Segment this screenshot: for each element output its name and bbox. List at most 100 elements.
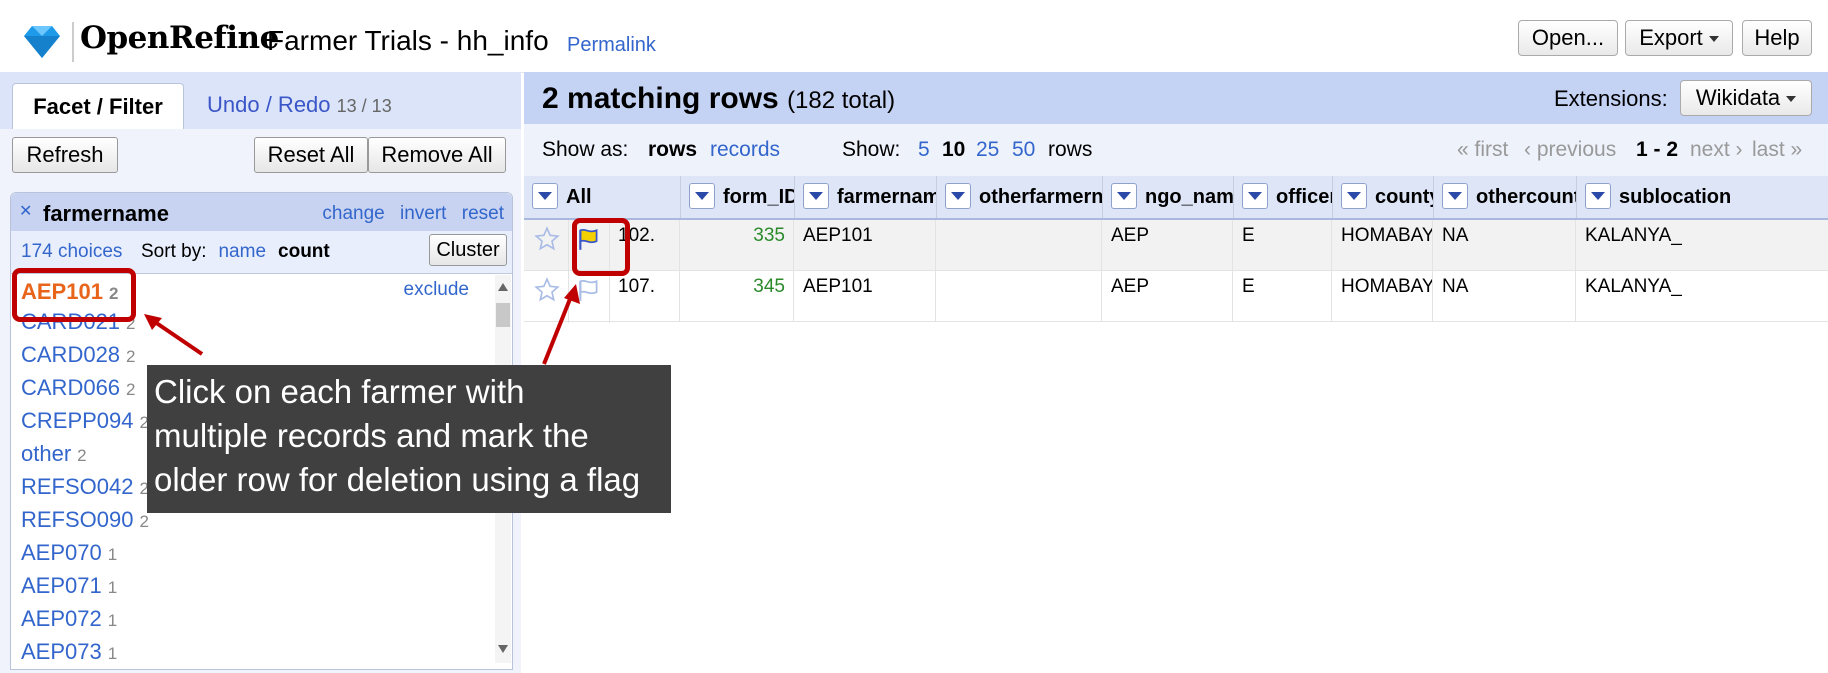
scrollbar-thumb[interactable] bbox=[496, 303, 510, 327]
column-name: otherfarmername bbox=[979, 186, 1103, 208]
column-header-form-id[interactable]: form_ID bbox=[681, 176, 795, 218]
facet-title[interactable]: farmername bbox=[43, 201, 169, 227]
arrow-to-flag-icon bbox=[542, 284, 580, 365]
pager-first[interactable]: « first bbox=[1457, 138, 1508, 162]
column-name: county bbox=[1375, 186, 1433, 208]
permalink-link[interactable]: Permalink bbox=[567, 34, 656, 57]
cell-sublocation[interactable]: KALANYA_ bbox=[1577, 271, 1828, 321]
facet-choice-count: 2 bbox=[126, 347, 136, 366]
column-menu-icon[interactable] bbox=[1341, 182, 1367, 209]
cell-otherfarmername[interactable] bbox=[937, 271, 1102, 321]
column-header-ngo-name[interactable]: ngo_name bbox=[1103, 176, 1234, 218]
facet-choice[interactable]: other 2 bbox=[21, 441, 87, 467]
wikidata-extension-button[interactable]: Wikidata bbox=[1680, 80, 1812, 116]
facet-choice-count: 2 bbox=[126, 380, 136, 399]
facet-invert-link[interactable]: invert bbox=[400, 203, 446, 224]
cell-ngo-name[interactable]: AEP bbox=[1103, 220, 1233, 270]
cell-otherfarmername[interactable] bbox=[937, 220, 1102, 270]
scroll-down-icon[interactable] bbox=[498, 645, 508, 653]
facet-choice[interactable]: CARD028 2 bbox=[21, 342, 136, 368]
star-icon[interactable] bbox=[534, 226, 560, 252]
open-button[interactable]: Open... bbox=[1518, 20, 1618, 56]
facet-choice[interactable]: REFSO042 2 bbox=[21, 474, 149, 500]
total-rows: (182 total) bbox=[787, 87, 896, 114]
help-button[interactable]: Help bbox=[1742, 20, 1812, 56]
star-cell bbox=[524, 220, 569, 272]
column-menu-icon[interactable] bbox=[945, 182, 971, 209]
exclude-link[interactable]: exclude bbox=[404, 279, 470, 301]
column-menu-icon[interactable] bbox=[1111, 182, 1137, 209]
column-header-farmername[interactable]: farmername bbox=[795, 176, 937, 218]
facet-choice[interactable]: AEP073 1 bbox=[21, 639, 117, 663]
show-as-rows[interactable]: rows bbox=[648, 138, 697, 162]
show-as-label: Show as: bbox=[542, 138, 629, 161]
facet-links: change invert reset bbox=[312, 203, 504, 225]
refresh-button[interactable]: Refresh bbox=[12, 137, 118, 173]
page-size-25[interactable]: 25 bbox=[976, 138, 999, 162]
tab-facet-filter[interactable]: Facet / Filter bbox=[12, 83, 184, 130]
facet-choice-label: REFSO042 bbox=[21, 474, 134, 499]
column-header-otherfarmername[interactable]: otherfarmername bbox=[937, 176, 1103, 218]
highlight-facet-choice bbox=[12, 268, 136, 322]
column-header-county[interactable]: county bbox=[1333, 176, 1434, 218]
page-size-10[interactable]: 10 bbox=[942, 138, 965, 162]
cell-officer[interactable]: E bbox=[1234, 271, 1332, 321]
cell-sublocation[interactable]: KALANYA_ bbox=[1577, 220, 1828, 270]
facet-choice[interactable]: CARD066 2 bbox=[21, 375, 136, 401]
table-row: 107. 345 AEP101 AEP E HOMABAY NA KALANYA… bbox=[524, 271, 1828, 323]
show-as-records-link[interactable]: records bbox=[710, 138, 780, 162]
page-size-5[interactable]: 5 bbox=[918, 138, 930, 162]
scroll-up-icon[interactable] bbox=[498, 283, 508, 291]
facet-choice-label: AEP070 bbox=[21, 540, 102, 565]
sort-by-name-link[interactable]: name bbox=[218, 241, 266, 262]
tab-undo-redo[interactable]: Undo / Redo 13 / 13 bbox=[207, 92, 392, 118]
column-menu-icon[interactable] bbox=[689, 182, 715, 209]
choices-count[interactable]: 174 choices bbox=[21, 241, 122, 263]
column-header-all[interactable]: All bbox=[524, 176, 681, 218]
facet-choice[interactable]: AEP072 1 bbox=[21, 606, 117, 632]
sort-by-count-link[interactable]: count bbox=[278, 241, 330, 262]
project-name[interactable]: Farmer Trials - hh_info bbox=[267, 25, 549, 57]
cluster-button[interactable]: Cluster bbox=[429, 234, 507, 266]
column-menu-icon[interactable] bbox=[1242, 182, 1268, 209]
facet-change-link[interactable]: change bbox=[322, 203, 384, 224]
app-brand[interactable]: OpenRefine bbox=[80, 20, 279, 56]
close-icon[interactable]: ✕ bbox=[19, 201, 32, 221]
cell-officer[interactable]: E bbox=[1234, 220, 1332, 270]
column-menu-icon[interactable] bbox=[1585, 182, 1611, 209]
cell-form-id[interactable]: 335 bbox=[681, 220, 794, 270]
facet-choice[interactable]: REFSO090 2 bbox=[21, 507, 149, 533]
cell-farmername[interactable]: AEP101 bbox=[795, 220, 936, 270]
facet-reset-link[interactable]: reset bbox=[462, 203, 504, 224]
cell-ngo-name[interactable]: AEP bbox=[1103, 271, 1233, 321]
column-header-othercounty[interactable]: othercounty bbox=[1434, 176, 1577, 218]
facet-choice[interactable]: AEP071 1 bbox=[21, 573, 117, 599]
cell-county[interactable]: HOMABAY bbox=[1333, 271, 1433, 321]
export-button[interactable]: Export bbox=[1625, 20, 1733, 56]
column-menu-icon[interactable] bbox=[1442, 182, 1468, 209]
cell-othercounty[interactable]: NA bbox=[1434, 271, 1576, 321]
facet-choice-label: other bbox=[21, 441, 72, 466]
facet-choice[interactable]: AEP070 1 bbox=[21, 540, 117, 566]
facet-choice[interactable]: CREPP094 2 bbox=[21, 408, 149, 434]
pager-previous[interactable]: ‹ previous bbox=[1524, 138, 1616, 162]
pager-next[interactable]: next › bbox=[1690, 138, 1743, 162]
cell-form-id[interactable]: 345 bbox=[681, 271, 794, 321]
highlight-flag-icon bbox=[572, 218, 630, 276]
reset-all-button[interactable]: Reset All bbox=[254, 137, 368, 173]
cell-farmername[interactable]: AEP101 bbox=[795, 271, 936, 321]
column-header-officer[interactable]: officer bbox=[1234, 176, 1333, 218]
facet-choice-count: 2 bbox=[77, 446, 87, 465]
pager-last[interactable]: last » bbox=[1752, 138, 1802, 162]
column-menu-icon[interactable] bbox=[803, 182, 829, 209]
remove-all-button[interactable]: Remove All bbox=[368, 137, 506, 173]
column-menu-icon[interactable] bbox=[532, 182, 558, 209]
openrefine-diamond-icon[interactable] bbox=[20, 20, 64, 64]
matching-rows: 2 matching rows bbox=[542, 82, 779, 115]
export-label: Export bbox=[1639, 25, 1703, 50]
column-header-sublocation[interactable]: sublocation bbox=[1577, 176, 1828, 218]
page-size-50[interactable]: 50 bbox=[1012, 138, 1035, 162]
cell-county[interactable]: HOMABAY bbox=[1333, 220, 1433, 270]
column-name: sublocation bbox=[1619, 186, 1732, 208]
cell-othercounty[interactable]: NA bbox=[1434, 220, 1576, 270]
